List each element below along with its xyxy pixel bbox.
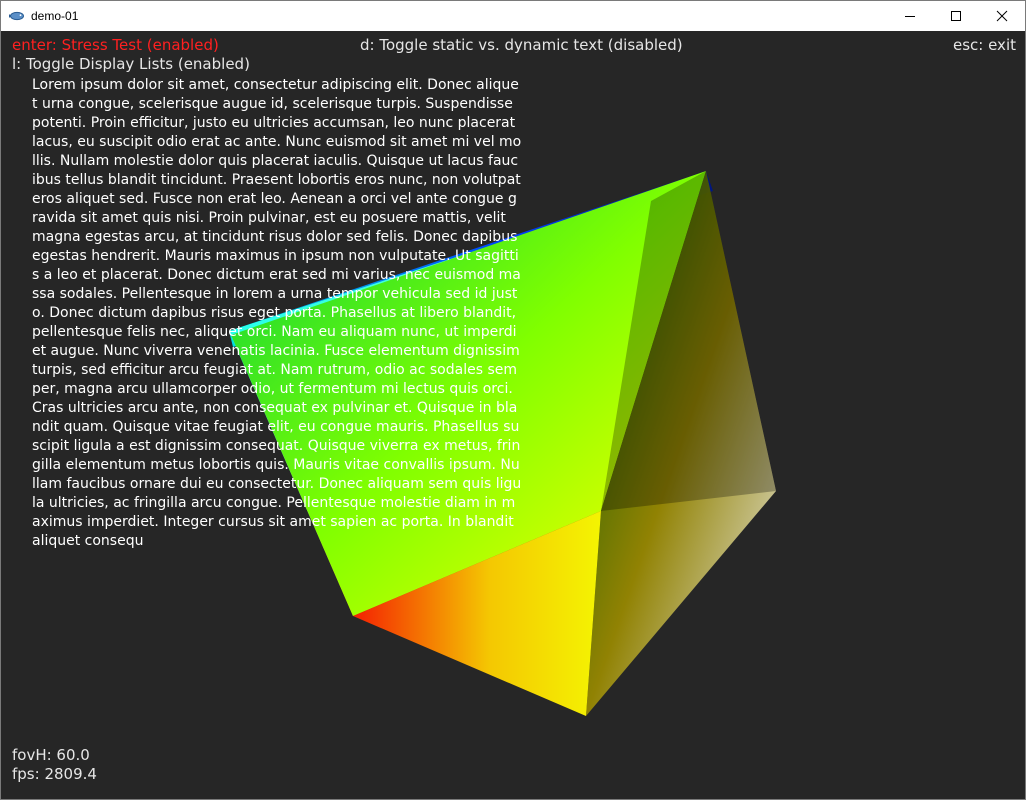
window-title: demo-01 — [31, 9, 79, 23]
minimize-icon — [905, 16, 915, 17]
title-bar[interactable]: demo-01 — [1, 1, 1025, 31]
close-button[interactable] — [979, 1, 1025, 31]
fps-readout: fps: 2809.4 — [12, 765, 97, 783]
minimize-button[interactable] — [887, 1, 933, 31]
lorem-text-block: Lorem ipsum dolor sit amet, consectetur … — [32, 77, 522, 549]
close-icon — [996, 10, 1008, 22]
display-lists-label: l: Toggle Display Lists (enabled) — [12, 55, 250, 73]
stress-test-label: enter: Stress Test (enabled) — [12, 36, 219, 54]
fov-readout: fovH: 60.0 — [12, 746, 90, 764]
toggle-text-label: d: Toggle static vs. dynamic text (disab… — [360, 36, 683, 54]
render-canvas[interactable]: enter: Stress Test (enabled) d: Toggle s… — [1, 31, 1025, 799]
app-window: demo-01 enter: Stress Test (enabled) d: … — [0, 0, 1026, 800]
fish-icon — [8, 9, 25, 23]
maximize-button[interactable] — [933, 1, 979, 31]
maximize-icon — [951, 11, 961, 21]
exit-label: esc: exit — [952, 36, 1016, 54]
